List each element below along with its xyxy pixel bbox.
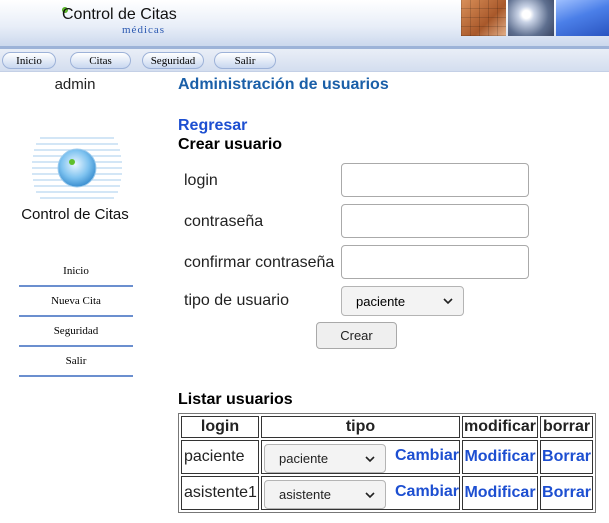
list-users-title: Listar usuarios	[178, 391, 293, 408]
header-banner: Control de Citas médicas	[0, 0, 609, 49]
sidebar-item-nueva-cita[interactable]: Nueva Cita	[19, 287, 133, 317]
table-row: asistente1 asistente Cambiar Modificar B…	[181, 476, 593, 510]
sidebar-item-salir[interactable]: Salir	[19, 347, 133, 377]
create-user-title: Crear usuario	[178, 136, 283, 153]
user-type-label: tipo de usuario	[184, 292, 289, 309]
sidebar-item-seguridad[interactable]: Seguridad	[19, 317, 133, 347]
login-input[interactable]	[341, 163, 529, 197]
row-login: asistente1	[181, 476, 259, 510]
column-header-tipo: tipo	[261, 416, 460, 438]
login-label: login	[184, 172, 218, 189]
column-header-login: login	[181, 416, 259, 438]
chevron-down-icon	[365, 492, 375, 499]
row-type-select[interactable]: asistente	[264, 480, 386, 509]
globe-logo-icon	[32, 137, 122, 199]
row-type-select-value: paciente	[279, 451, 329, 466]
sidebar-app-title: Control de Citas	[21, 206, 129, 223]
top-nav-citas[interactable]: Citas	[70, 52, 131, 69]
sidebar-item-inicio[interactable]: Inicio	[19, 257, 133, 287]
top-nav-seguridad[interactable]: Seguridad	[142, 52, 204, 69]
page-title: Administración de usuarios	[178, 76, 389, 93]
chevron-down-icon	[443, 298, 453, 305]
chevron-down-icon	[365, 456, 375, 463]
current-username: admin	[54, 76, 96, 93]
user-type-select-value: paciente	[356, 293, 406, 309]
top-nav: Inicio Citas Seguridad Salir	[0, 49, 609, 72]
password-input[interactable]	[341, 204, 529, 238]
header-logo-title: Control de Citas	[62, 6, 177, 23]
modify-link[interactable]: Modificar	[463, 448, 537, 466]
header-photo-light	[508, 0, 554, 36]
users-table: login tipo modificar borrar paciente pac…	[178, 413, 596, 513]
header-photo-sky	[556, 0, 609, 36]
table-header-row: login tipo modificar borrar	[181, 416, 593, 438]
row-delete-cell: Borrar	[540, 440, 593, 474]
row-modify-cell: Modificar	[462, 476, 538, 510]
row-type-select[interactable]: paciente	[264, 444, 386, 473]
table-row: paciente paciente Cambiar Modificar Borr…	[181, 440, 593, 474]
row-modify-cell: Modificar	[462, 440, 538, 474]
row-tipo-cell: asistente Cambiar	[261, 476, 460, 510]
header-photo-building	[461, 0, 506, 36]
row-login: paciente	[181, 440, 259, 474]
modify-link[interactable]: Modificar	[463, 484, 537, 502]
row-tipo-cell: paciente Cambiar	[261, 440, 460, 474]
change-type-link[interactable]: Cambiar	[395, 483, 459, 501]
user-type-select[interactable]: paciente	[341, 286, 464, 316]
delete-link[interactable]: Borrar	[541, 448, 592, 466]
top-nav-salir[interactable]: Salir	[214, 52, 276, 69]
confirm-password-input[interactable]	[341, 245, 529, 279]
column-header-modificar: modificar	[462, 416, 538, 438]
create-button[interactable]: Crear	[316, 322, 397, 349]
back-link[interactable]: Regresar	[178, 117, 247, 135]
password-label: contraseña	[184, 213, 264, 230]
delete-link[interactable]: Borrar	[541, 484, 592, 502]
header-logo-subtitle: médicas	[122, 24, 166, 36]
row-delete-cell: Borrar	[540, 476, 593, 510]
column-header-borrar: borrar	[540, 416, 593, 438]
change-type-link[interactable]: Cambiar	[395, 447, 459, 465]
top-nav-inicio[interactable]: Inicio	[2, 52, 56, 69]
row-type-select-value: asistente	[279, 487, 332, 502]
confirm-password-label: confirmar contraseña	[184, 254, 335, 271]
